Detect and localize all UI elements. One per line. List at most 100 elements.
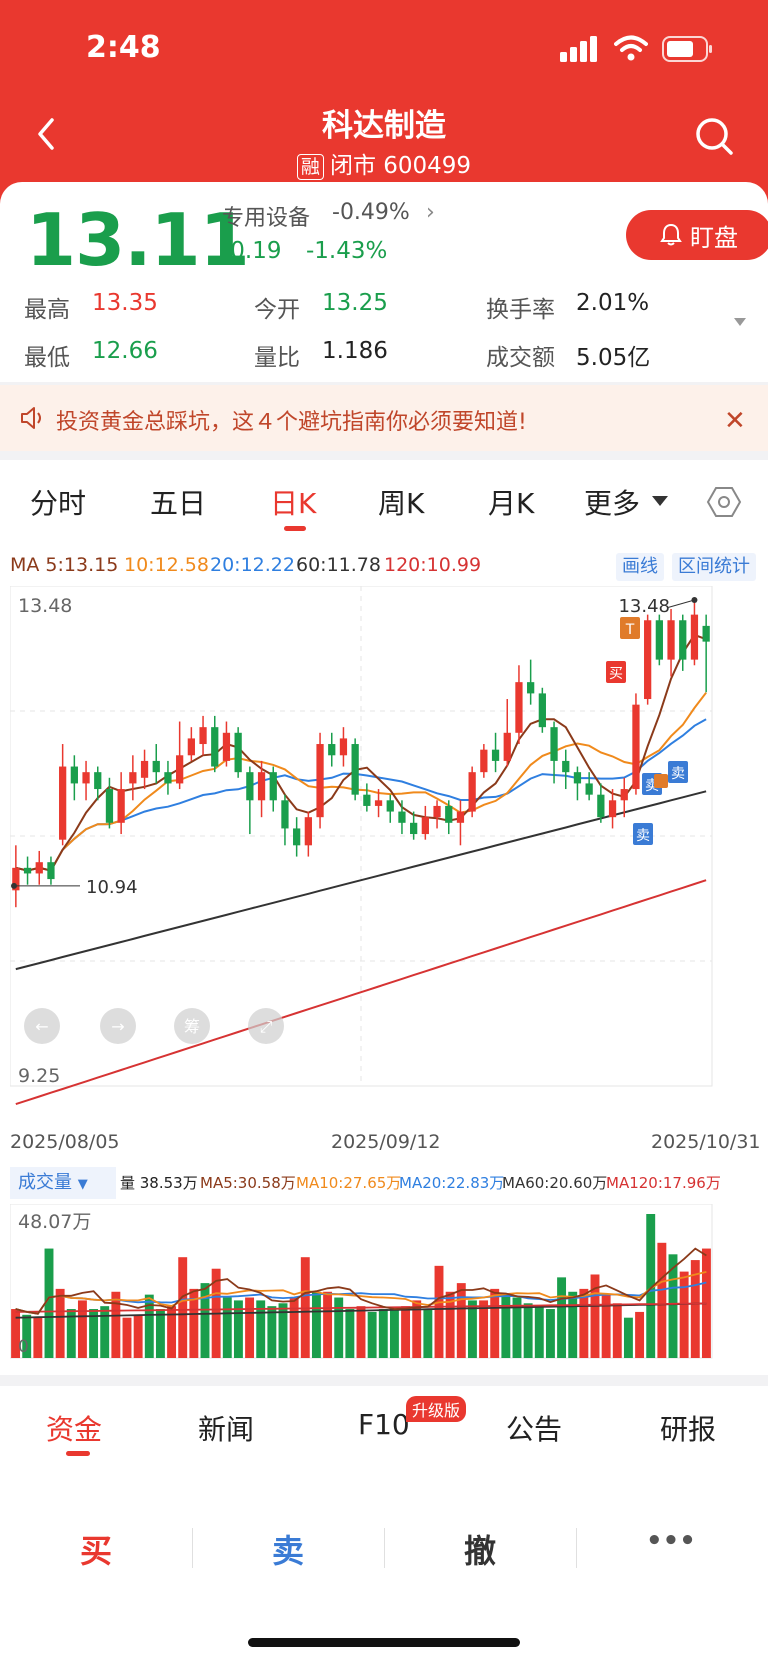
stat-label: 最低 [24,345,70,371]
volume-bar [568,1291,578,1358]
trade-square-marker [654,774,668,788]
volume-chart[interactable]: 48.07万 0 [10,1204,758,1364]
stat-label: 换手率 [486,297,555,323]
bell-icon [660,223,682,246]
candle-body [328,744,336,756]
chevron-down-icon[interactable] [652,496,668,506]
buy-marker: 买 [609,666,623,682]
candle-body [105,789,114,823]
ma5-value: 13.15 [63,554,119,576]
volume-bar [389,1309,399,1358]
industry-change[interactable]: -0.49% [332,200,410,225]
tab-funds[interactable]: 资金 [46,1408,102,1448]
candle-body [608,800,617,818]
next-arrow-button-label: → [111,1017,124,1036]
date-label: 2025/08/05 [10,1131,120,1153]
candle-body [176,755,184,784]
candle-body [164,772,172,784]
candle-body [59,766,67,840]
candle-body [538,693,546,728]
ma5-legend: MA 5:13.15 [10,554,118,576]
tab-five-day[interactable]: 五日 [150,482,206,522]
cancel-order-button[interactable]: 撤 [464,1526,496,1572]
volume-bar [289,1297,299,1358]
ma10-legend: 10:12.58 [124,554,209,576]
banner-text[interactable]: 投资黄金总踩坑，这４个避坑指南你必须要知道! [56,404,527,436]
volume-bar [55,1288,65,1358]
volume-bar [423,1309,433,1358]
candle-body [410,822,418,835]
price-change-pct: -1.43% [306,238,388,264]
vol-ma10: MA10:27.65万 [296,1174,402,1192]
candle-body [152,760,160,773]
volume-bar [178,1257,188,1358]
tab-announcements[interactable]: 公告 [506,1408,562,1448]
volume-bar [523,1303,533,1358]
candle-body [562,760,570,773]
tab-news[interactable]: 新闻 [198,1408,254,1448]
stat-value: 12.66 [92,338,158,364]
candle-body [351,744,359,795]
settings-hexagon-icon[interactable] [706,484,742,520]
stat-label: 最高 [24,297,70,323]
volume-bar [245,1297,255,1358]
volume-indicator-select[interactable]: 成交量 ▼ [10,1167,116,1199]
expand-caret-icon[interactable] [734,318,746,326]
news-tabs [0,1386,768,1496]
candle-body [480,749,488,773]
candle-body [293,828,301,846]
volume-bar [679,1271,689,1358]
volume-bar [356,1306,366,1358]
volume-bar [267,1306,277,1358]
tab-daily-k[interactable]: 日K [270,482,316,522]
candlestick-chart[interactable]: 13.489.2513.4810.94T买卖卖卖← → 筹 ⤢ [10,586,758,1122]
chip-distribution-button-label: 筹 [184,1017,200,1036]
margin-badge: 融 [296,154,324,180]
stock-subtitle: 融闭市 600499 [0,146,768,180]
candle-body [491,749,500,761]
volume-bar [311,1291,321,1358]
candle-body [644,620,652,700]
range-stats-button[interactable]: 区间统计 [672,553,756,581]
fullscreen-button-label: ⤢ [260,1017,273,1036]
tab-research[interactable]: 研报 [660,1408,716,1448]
tab-f10[interactable]: F10 [358,1408,410,1441]
candle-body [211,727,219,767]
volume-max-label: 48.07万 [18,1211,91,1233]
volume-bar [367,1311,377,1358]
stat-label: 成交额 [486,345,555,371]
candle-body [269,772,277,801]
candle-body [527,682,535,694]
stock-code: 600499 [383,153,472,179]
buy-button[interactable]: 买 [80,1526,112,1572]
chevron-right-icon[interactable]: › [426,200,435,225]
trade-t-marker: T [625,622,635,638]
cellular-signal-icon [560,36,597,62]
stat-value: 13.35 [92,290,158,316]
tab-more[interactable]: 更多 [584,482,640,522]
tab-intraday[interactable]: 分时 [30,482,86,522]
sell-button[interactable]: 卖 [272,1526,304,1572]
volume-bar [623,1317,633,1358]
candle-body [304,817,312,846]
tab-monthly-k[interactable]: 月K [488,482,534,522]
prev-arrow-button-label: ← [35,1017,48,1036]
candle-body [246,772,254,801]
industry-name[interactable]: 专用设备 [222,200,310,232]
sell-marker: 卖 [636,828,650,844]
volume-zero-label: 0 [18,1337,29,1357]
volume-bar [200,1283,210,1358]
more-actions-button[interactable]: ••• [646,1526,696,1556]
close-icon[interactable]: ✕ [724,406,746,436]
tab-weekly-k[interactable]: 周K [378,482,424,522]
watch-button[interactable]: 盯盘 [626,210,768,260]
draw-line-button[interactable]: 画线 [616,553,664,581]
price-change: -0.19 [222,238,282,264]
candle-body [667,620,675,660]
candle-body [82,772,90,784]
candle-body [374,800,383,806]
search-icon[interactable] [692,114,736,158]
divider [576,1528,577,1568]
date-label: 2025/10/31 [651,1131,761,1153]
battery-icon [662,36,712,62]
